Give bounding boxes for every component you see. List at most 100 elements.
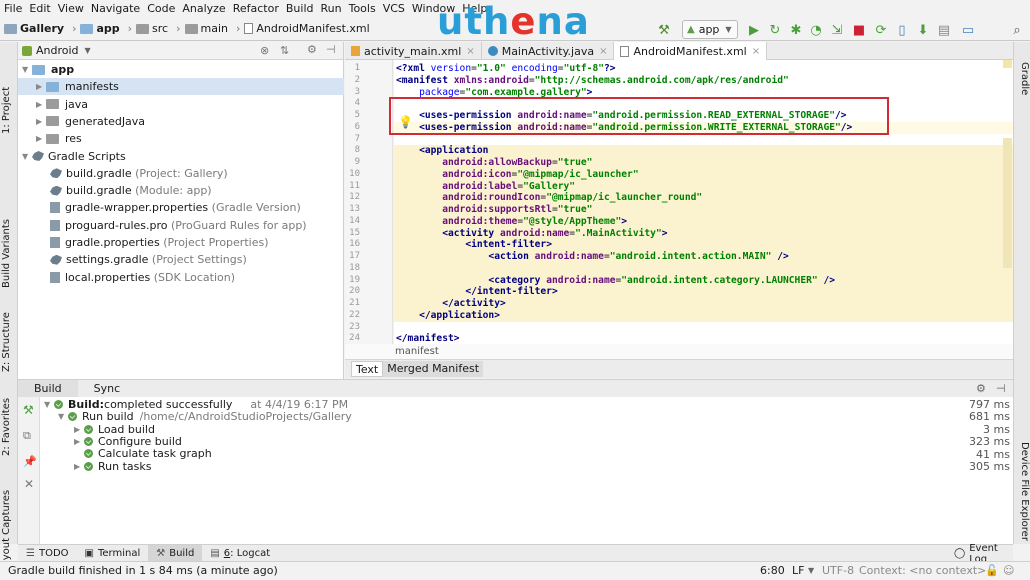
profile-icon[interactable]: ◔ — [808, 22, 824, 38]
collapsed-arrow-icon[interactable]: ▶ — [36, 117, 46, 126]
gear-icon[interactable]: ⚙ — [307, 43, 317, 56]
menu-code[interactable]: Code — [147, 0, 175, 17]
tool-tab-structure[interactable]: Z: Structure — [1, 312, 12, 372]
tool-tab-project[interactable]: 1: Project — [1, 87, 12, 134]
code-line[interactable]: android:label="Gallery" — [396, 181, 575, 193]
menu-edit[interactable]: Edit — [29, 0, 50, 17]
code-line[interactable]: </activity> — [396, 298, 506, 310]
close-icon[interactable]: × — [599, 46, 607, 57]
tool-tab-gradle[interactable]: Gradle — [1019, 62, 1030, 95]
collapsed-arrow-icon[interactable]: ▶ — [74, 437, 84, 446]
tree-item[interactable]: ▶ java — [36, 96, 88, 113]
context-indicator[interactable]: Context: <no context> — [859, 562, 986, 580]
tool-tab-logcat[interactable]: ▤ 6: Logcat — [202, 548, 278, 559]
code-line[interactable]: android:allowBackup="true" — [396, 157, 592, 169]
build-tree-item[interactable]: ▶ Load build — [74, 423, 155, 436]
menu-view[interactable]: View — [58, 0, 84, 17]
build-tree-item[interactable]: ▼ Build: completed successfully at 4/4/19 … — [44, 398, 348, 411]
avd-manager-icon[interactable]: ▯ — [894, 22, 910, 38]
tab-activity-main-xml[interactable]: activity_main.xml × — [345, 42, 482, 60]
tab-text[interactable]: Text — [351, 361, 384, 377]
tree-item[interactable]: gradle.properties (Project Properties) — [36, 234, 269, 251]
tree-item[interactable]: ▼ app — [22, 61, 74, 78]
tool-tab-event-log[interactable]: ◯ Event Log — [946, 543, 1013, 565]
collapsed-arrow-icon[interactable]: ▶ — [74, 462, 84, 471]
stop-icon[interactable]: ■ — [851, 22, 867, 38]
tree-item[interactable]: gradle-wrapper.properties (Gradle Versio… — [36, 199, 301, 216]
caret-position[interactable]: 6:80 — [760, 562, 785, 580]
build-tree-item[interactable]: ▼ Run build/home/c/AndroidStudioProjects/… — [58, 410, 352, 423]
expanded-arrow-icon[interactable]: ▼ — [22, 152, 32, 161]
lightbulb-icon[interactable]: 💡 — [398, 116, 413, 128]
code-line[interactable]: <category android:name="android.intent.c… — [396, 275, 835, 287]
breadcrumb-androidmanifest[interactable]: AndroidManifest.xml — [244, 22, 370, 35]
chevron-down-icon[interactable]: ▼ — [85, 46, 91, 55]
code-line[interactable]: <action android:name="android.intent.act… — [396, 251, 788, 263]
tab-sync[interactable]: Sync — [78, 380, 137, 398]
code-line[interactable]: <intent-filter> — [396, 239, 552, 251]
pin-icon[interactable]: 📌 — [23, 455, 37, 468]
expanded-arrow-icon[interactable]: ▼ — [58, 412, 68, 421]
close-icon[interactable]: × — [466, 46, 474, 57]
tool-tab-build[interactable]: ⚒ Build — [148, 544, 203, 562]
build-tree-item[interactable]: ▶ Configure build — [74, 435, 182, 448]
tool-tab-terminal[interactable]: ▣ Terminal — [77, 548, 149, 559]
apply-changes-icon[interactable]: ↻ — [767, 22, 783, 38]
tool-tab-layout-captures[interactable]: Layout Captures — [1, 490, 12, 572]
tree-item[interactable]: local.properties (SDK Location) — [36, 269, 235, 286]
hide-panel-icon[interactable]: ⊣ — [326, 43, 336, 56]
tree-item[interactable]: ▶ res — [36, 130, 82, 147]
make-project-hammer-icon[interactable]: ⚒ — [656, 22, 672, 38]
tree-item[interactable]: settings.gradle (Project Settings) — [36, 251, 247, 268]
expanded-arrow-icon[interactable]: ▼ — [22, 65, 32, 74]
debug-icon[interactable]: ✱ — [788, 22, 804, 38]
run-icon[interactable]: ▶ — [746, 22, 762, 38]
code-line[interactable]: android:supportsRtl="true" — [396, 204, 592, 216]
tree-item[interactable]: proguard-rules.pro (ProGuard Rules for a… — [36, 217, 307, 234]
project-view-select[interactable]: Android — [36, 44, 79, 57]
lock-icon[interactable]: 🔓 — [985, 562, 999, 580]
search-everywhere-icon[interactable]: ⌕ — [1009, 22, 1025, 38]
code-line[interactable]: android:theme="@style/AppTheme"> — [396, 216, 627, 228]
build-tree-item[interactable]: ▶ Run tasks — [74, 460, 151, 473]
code-line[interactable]: android:roundIcon="@mipmap/ic_launcher_r… — [396, 192, 702, 204]
code-line[interactable]: </application> — [396, 310, 500, 322]
tree-item[interactable]: build.gradle (Module: app) — [36, 182, 212, 199]
attach-debugger-icon[interactable]: ⇲ — [829, 22, 845, 38]
menu-run[interactable]: Run — [321, 0, 342, 17]
tab-build[interactable]: Build — [18, 379, 78, 398]
tab-androidmanifest-xml[interactable]: AndroidManifest.xml × — [614, 42, 768, 60]
close-icon[interactable]: ✕ — [24, 477, 34, 491]
editor-breadcrumb[interactable]: manifest — [345, 344, 1013, 359]
collapsed-arrow-icon[interactable]: ▶ — [74, 425, 84, 434]
tree-item[interactable]: ▶ generatedJava — [36, 113, 145, 130]
tool-tab-favorites[interactable]: 2: Favorites — [1, 398, 12, 456]
build-tree-item[interactable]: Calculate task graph — [74, 447, 212, 460]
tree-item[interactable]: build.gradle (Project: Gallery) — [36, 165, 228, 182]
line-separator[interactable]: LF — [792, 562, 804, 580]
code-line[interactable]: </manifest> — [396, 333, 460, 344]
hammer-icon[interactable]: ⚒ — [23, 403, 34, 417]
tool-tab-build-variants[interactable]: Build Variants — [1, 219, 12, 288]
tab-merged-manifest[interactable]: Merged Manifest — [383, 361, 484, 377]
breadcrumb-app[interactable]: app — [80, 22, 120, 35]
gear-icon[interactable]: ⚙ — [976, 382, 986, 395]
collapsed-arrow-icon[interactable]: ▶ — [36, 82, 46, 91]
status-message[interactable]: Gradle build finished in 1 s 84 ms (a mi… — [8, 564, 278, 577]
file-encoding[interactable]: UTF-8 — [822, 562, 854, 580]
expanded-arrow-icon[interactable]: ▼ — [44, 400, 54, 409]
scroll-from-source-icon[interactable]: ⇅ — [280, 44, 289, 57]
layout-inspector-icon[interactable]: ▤ — [936, 22, 952, 38]
collapsed-arrow-icon[interactable]: ▶ — [36, 100, 46, 109]
device-icon[interactable]: ▭ — [960, 22, 976, 38]
run-configuration-select[interactable]: ▲ app ▼ — [682, 20, 738, 39]
breadcrumb-src[interactable]: src — [136, 22, 168, 35]
tab-mainactivity-java[interactable]: MainActivity.java × — [482, 42, 615, 60]
menu-refactor[interactable]: Refactor — [233, 0, 279, 17]
code-line[interactable]: </intent-filter> — [396, 286, 557, 298]
code-line[interactable]: <manifest xmlns:android="http://schemas.… — [396, 75, 789, 87]
collapse-all-icon[interactable]: ⊗ — [260, 44, 269, 57]
tool-tab-todo[interactable]: ☰ TODO — [18, 548, 77, 559]
code-line[interactable]: android:icon="@mipmap/ic_launcher" — [396, 169, 638, 181]
menu-vcs[interactable]: VCS — [383, 0, 405, 17]
